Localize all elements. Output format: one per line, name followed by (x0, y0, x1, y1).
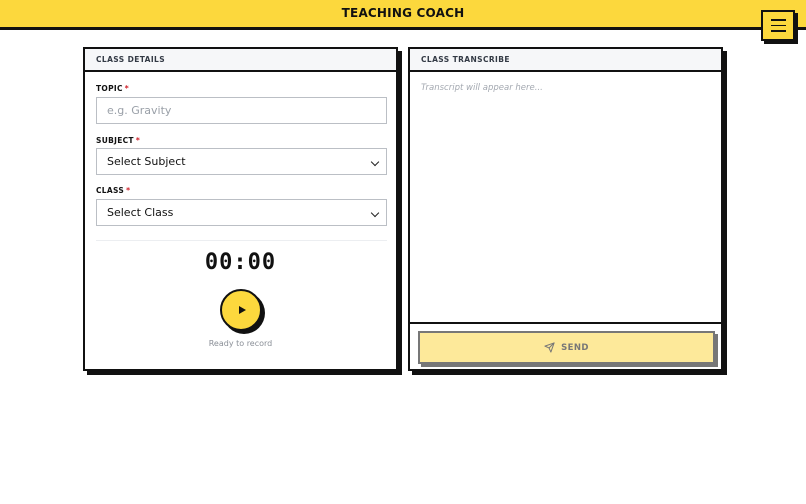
transcript-area[interactable]: Transcript will appear here... (410, 72, 721, 322)
class-select-value: Select Class (107, 206, 174, 219)
send-icon (544, 342, 555, 353)
divider (96, 240, 387, 241)
transcript-placeholder: Transcript will appear here... (421, 83, 543, 93)
class-transcribe-panel: CLASS TRANSCRIBE Transcript will appear … (408, 47, 723, 371)
required-mark: * (135, 136, 141, 145)
class-details-panel: CLASS DETAILS TOPIC * e.g. Gravity SUBJEC… (83, 47, 398, 371)
recording-status: Ready to record (208, 339, 273, 348)
topic-input[interactable]: e.g. Gravity (96, 97, 387, 124)
class-transcribe-header: CLASS TRANSCRIBE (410, 49, 721, 72)
class-label: CLASS * (96, 186, 131, 195)
chevron-down-icon (370, 157, 380, 167)
topic-input-placeholder: e.g. Gravity (107, 104, 172, 117)
subject-select[interactable]: Select Subject (96, 148, 387, 175)
class-details-header: CLASS DETAILS (85, 49, 396, 72)
required-mark: * (126, 186, 131, 195)
chevron-down-icon (370, 208, 380, 218)
send-button[interactable]: SEND (418, 331, 715, 364)
transcribe-footer: SEND (410, 322, 721, 369)
menu-button[interactable] (761, 10, 795, 41)
hamburger-menu-icon (770, 19, 786, 32)
send-button-label: SEND (561, 342, 589, 353)
subject-label: SUBJECT * (96, 136, 141, 145)
subject-select-value: Select Subject (107, 155, 186, 168)
app-title: TEACHING COACH (341, 5, 465, 20)
recording-timer: 00:00 (204, 250, 277, 275)
top-bar: TEACHING COACH (0, 0, 806, 41)
play-icon (238, 306, 246, 314)
required-mark: * (124, 84, 130, 93)
topic-label: TOPIC * (96, 84, 130, 93)
record-button[interactable] (220, 289, 262, 331)
class-select[interactable]: Select Class (96, 199, 387, 226)
